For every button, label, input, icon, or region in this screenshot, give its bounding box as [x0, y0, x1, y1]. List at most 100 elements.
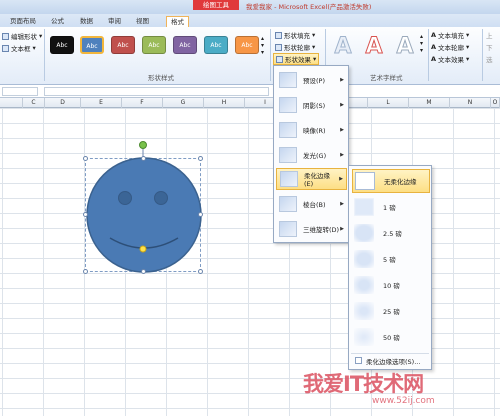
column-header[interactable]: C — [23, 98, 45, 108]
text-box-label: 文本框 — [11, 45, 31, 53]
wordart-style-2[interactable]: A — [361, 32, 387, 60]
soft-edge-options[interactable]: 柔化边缘选项(S)... — [351, 353, 429, 367]
column-header[interactable]: N — [450, 98, 491, 108]
soft-edge-none[interactable]: 无柔化边缘 — [352, 169, 430, 193]
column-header[interactable]: H — [204, 98, 245, 108]
menu-item-label: 发光(G) — [303, 152, 327, 160]
text-effects-button[interactable]: A 文本效果 ▾ — [431, 54, 469, 64]
menu-item-glow[interactable]: 发光(G) ▶ — [276, 144, 347, 166]
formula-input[interactable] — [44, 87, 269, 96]
divider — [270, 29, 271, 81]
tab-view[interactable]: 视图 — [132, 16, 153, 27]
adjust-handle — [139, 245, 147, 253]
resize-handle-nw[interactable] — [83, 156, 88, 161]
ribbon: 编辑形状 ▾ 文本框 ▾ Abc Abc Abc Abc Abc Abc Abc… — [0, 27, 500, 85]
shape-effects-menu: 预设(P) ▶ 阴影(S) ▶ 映像(R) ▶ 发光(G) ▶ 柔化边缘(E) … — [273, 65, 349, 243]
soft-edge-label: 10 磅 — [383, 282, 400, 290]
tab-page-layout[interactable]: 页面布局 — [6, 16, 40, 27]
shape-outline-button[interactable]: 形状轮廓 ▾ — [275, 42, 315, 52]
column-headers: C D E F G H I J K L M N O — [0, 98, 500, 108]
shape-style-blue[interactable]: Abc — [80, 36, 104, 54]
shadow-icon — [279, 97, 297, 113]
shape-fill-button[interactable]: 形状填充 ▾ — [275, 30, 315, 40]
resize-handle-ne[interactable] — [198, 156, 203, 161]
soft-edge-label: 无柔化边缘 — [384, 178, 417, 186]
shape-effects-label: 形状效果 — [285, 56, 311, 64]
soft-edges-icon — [280, 171, 298, 187]
soft-edge-swatch — [354, 198, 374, 216]
resize-handle-w[interactable] — [83, 212, 88, 217]
resize-handle-se[interactable] — [198, 269, 203, 274]
text-fill-button[interactable]: A 文本填充 ▾ — [431, 30, 469, 40]
name-box[interactable] — [2, 87, 38, 96]
column-header[interactable]: G — [163, 98, 204, 108]
resize-handle-e[interactable] — [198, 212, 203, 217]
3d-rotation-icon — [279, 221, 297, 237]
smiley-shape[interactable] — [80, 140, 210, 280]
soft-edges-submenu: 无柔化边缘 1 磅 2.5 磅 5 磅 10 磅 25 磅 50 磅 柔化边缘选… — [348, 165, 432, 370]
resize-handle-s[interactable] — [141, 269, 146, 274]
text-effects-label: 文本效果 — [438, 56, 465, 64]
shape-style-red[interactable]: Abc — [111, 36, 135, 54]
column-header[interactable]: F — [122, 98, 163, 108]
column-header[interactable]: M — [409, 98, 450, 108]
divider — [428, 29, 429, 81]
resize-handle-n[interactable] — [141, 156, 146, 161]
edit-shape-button[interactable]: 编辑形状 ▾ — [2, 31, 42, 41]
face-circle — [86, 157, 202, 273]
send-backward-button[interactable]: 下 — [486, 42, 493, 52]
soft-edge-1pt[interactable]: 1 磅 — [352, 195, 430, 219]
menu-item-preset[interactable]: 预设(P) ▶ — [276, 69, 347, 91]
shape-style-purple[interactable]: Abc — [173, 36, 197, 54]
tab-formulas[interactable]: 公式 — [47, 16, 68, 27]
menu-item-label: 柔化边缘(E) — [304, 172, 330, 188]
window-title: 我爱我家 - Microsoft Excel(产品激活失败) — [246, 3, 372, 11]
menu-item-3d-rotation[interactable]: 三维旋转(D) ▶ — [276, 218, 347, 240]
shape-fill-label: 形状填充 — [284, 32, 310, 40]
shape-style-black[interactable]: Abc — [50, 36, 74, 54]
bring-forward-button[interactable]: 上 — [486, 30, 493, 40]
effects-icon — [276, 55, 283, 63]
tab-data[interactable]: 数据 — [76, 16, 97, 27]
menu-item-label: 阴影(S) — [303, 102, 326, 110]
shape-style-green[interactable]: Abc — [142, 36, 166, 54]
menu-item-label: 三维旋转(D) — [303, 226, 340, 234]
watermark-logo: 我爱IT技术网 — [303, 372, 424, 396]
text-box-button[interactable]: 文本框 ▾ — [2, 43, 36, 53]
shape-outline-label: 形状轮廓 — [284, 44, 310, 52]
soft-edge-10pt[interactable]: 10 磅 — [352, 273, 430, 297]
wordart-style-3[interactable]: A — [392, 32, 418, 60]
paint-bucket-icon — [275, 31, 282, 39]
selection-pane-button[interactable]: 选 — [486, 54, 493, 64]
menu-item-reflection[interactable]: 映像(R) ▶ — [276, 119, 347, 141]
column-header[interactable]: D — [45, 98, 81, 108]
shape-effects-button[interactable]: 形状效果 ▾ — [273, 53, 320, 65]
column-header[interactable]: O — [491, 98, 500, 108]
tab-review[interactable]: 审阅 — [104, 16, 125, 27]
formula-bar — [0, 85, 500, 98]
chevron-right-icon: ▶ — [340, 77, 344, 83]
wordart-more-icon[interactable]: ▴ ▾ ▾ — [420, 33, 423, 54]
chevron-down-icon: ▾ — [32, 44, 36, 52]
menu-item-shadow[interactable]: 阴影(S) ▶ — [276, 94, 347, 116]
column-header[interactable]: L — [368, 98, 409, 108]
shape-style-aqua[interactable]: Abc — [204, 36, 228, 54]
resize-handle-sw[interactable] — [83, 269, 88, 274]
soft-edge-swatch — [354, 328, 374, 346]
menu-item-bevel[interactable]: 棱台(B) ▶ — [276, 193, 347, 215]
bevel-icon — [279, 196, 297, 212]
chevron-down-icon: ▾ — [312, 43, 316, 51]
soft-edge-50pt[interactable]: 50 磅 — [352, 325, 430, 349]
shape-style-orange[interactable]: Abc — [235, 36, 259, 54]
wordart-style-1[interactable]: A — [330, 32, 356, 60]
text-outline-button[interactable]: A 文本轮廓 ▾ — [431, 42, 469, 52]
tab-format[interactable]: 格式 — [166, 16, 189, 27]
chevron-down-icon: ▾ — [312, 31, 316, 39]
column-header[interactable]: E — [81, 98, 122, 108]
gallery-more-icon[interactable]: ▴ ▾ ▾ — [261, 35, 264, 56]
soft-edge-25pt[interactable]: 25 磅 — [352, 299, 430, 323]
select-all-corner[interactable] — [0, 98, 23, 108]
menu-item-soft-edges[interactable]: 柔化边缘(E) ▶ — [276, 168, 347, 190]
soft-edge-2-5pt[interactable]: 2.5 磅 — [352, 221, 430, 245]
soft-edge-5pt[interactable]: 5 磅 — [352, 247, 430, 271]
